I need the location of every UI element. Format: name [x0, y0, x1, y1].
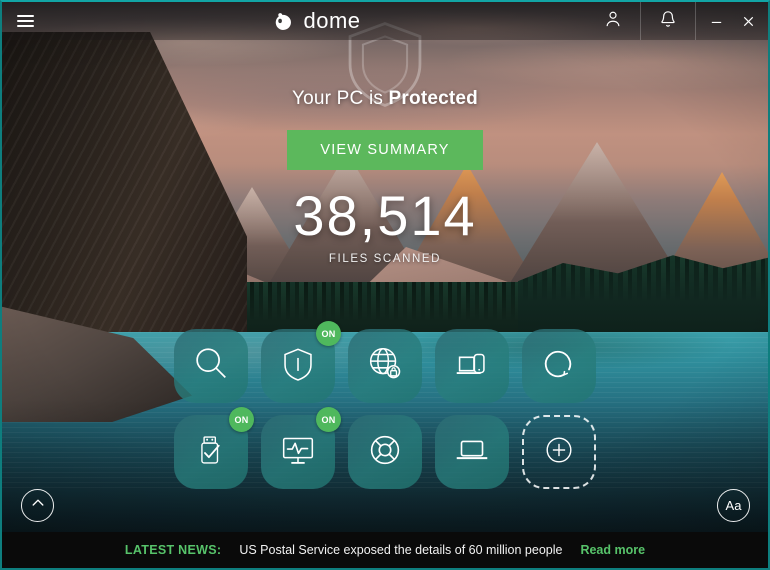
brand-name: dome: [303, 8, 361, 33]
magnifier-icon: [190, 343, 232, 390]
status-badge: ON: [229, 407, 254, 432]
tile-update[interactable]: [522, 329, 596, 403]
status-badge: ON: [316, 321, 341, 346]
hamburger-line: [16, 15, 34, 17]
view-summary-button[interactable]: VIEW SUMMARY: [287, 130, 483, 170]
application-window: dome panda: [0, 0, 770, 570]
tile-process-monitor[interactable]: ON: [261, 407, 341, 489]
tile-row-1: ON: [174, 321, 596, 403]
titlebar-actions: [586, 2, 768, 40]
news-headline: US Postal Service exposed the details of…: [239, 543, 563, 557]
bell-icon: [658, 9, 678, 34]
close-button[interactable]: [732, 2, 764, 40]
files-scanned-count: 38,514: [293, 184, 477, 247]
circular-arrow-icon: [539, 344, 579, 389]
tile-my-devices[interactable]: [435, 329, 509, 403]
laptop-icon: [451, 429, 493, 476]
status-badge: ON: [316, 407, 341, 432]
plus-circle-icon: [542, 433, 576, 472]
text-size-label: Aa: [725, 498, 742, 513]
tile-add-new[interactable]: [522, 415, 596, 489]
chevron-up-icon: [30, 495, 46, 516]
tile-vpn[interactable]: [348, 329, 422, 403]
news-label: LATEST NEWS:: [124, 543, 222, 557]
hamburger-line: [16, 25, 34, 27]
title-bar: dome panda: [2, 2, 768, 40]
monitor-pulse-icon: [277, 429, 319, 476]
shield-icon: [279, 345, 317, 388]
tile-pc-cleanup[interactable]: [435, 415, 509, 489]
expand-panel-button[interactable]: [21, 489, 54, 522]
account-button[interactable]: [586, 2, 640, 40]
tile-rescue-kit[interactable]: [348, 415, 422, 489]
tile-usb-protection[interactable]: ON: [174, 407, 254, 489]
text-size-button[interactable]: Aa: [717, 489, 750, 522]
brand-logo: dome panda: [48, 10, 586, 33]
minimize-button[interactable]: [700, 2, 732, 40]
user-icon: [603, 9, 623, 34]
hero-section: Your PC is Protected VIEW SUMMARY 38,514…: [2, 22, 768, 265]
usb-check-icon: [192, 431, 230, 474]
read-more-link[interactable]: Read more: [580, 543, 645, 557]
tile-row-2: ON ON: [174, 407, 596, 489]
window-controls: [696, 2, 768, 40]
panda-logo-icon: [273, 10, 296, 33]
tile-scan[interactable]: [174, 329, 248, 403]
tile-antivirus[interactable]: ON: [261, 321, 341, 403]
laptop-phone-icon: [451, 343, 493, 390]
hamburger-menu-icon[interactable]: [2, 2, 48, 40]
news-bar: LATEST NEWS: US Postal Service exposed t…: [2, 532, 768, 568]
globe-lock-icon: [364, 343, 406, 390]
feature-tile-grid: ON ON ON: [2, 321, 768, 489]
notifications-button[interactable]: [641, 2, 695, 40]
hamburger-line: [16, 20, 34, 22]
life-ring-icon: [364, 429, 406, 476]
files-scanned-label: FILES SCANNED: [328, 253, 442, 265]
